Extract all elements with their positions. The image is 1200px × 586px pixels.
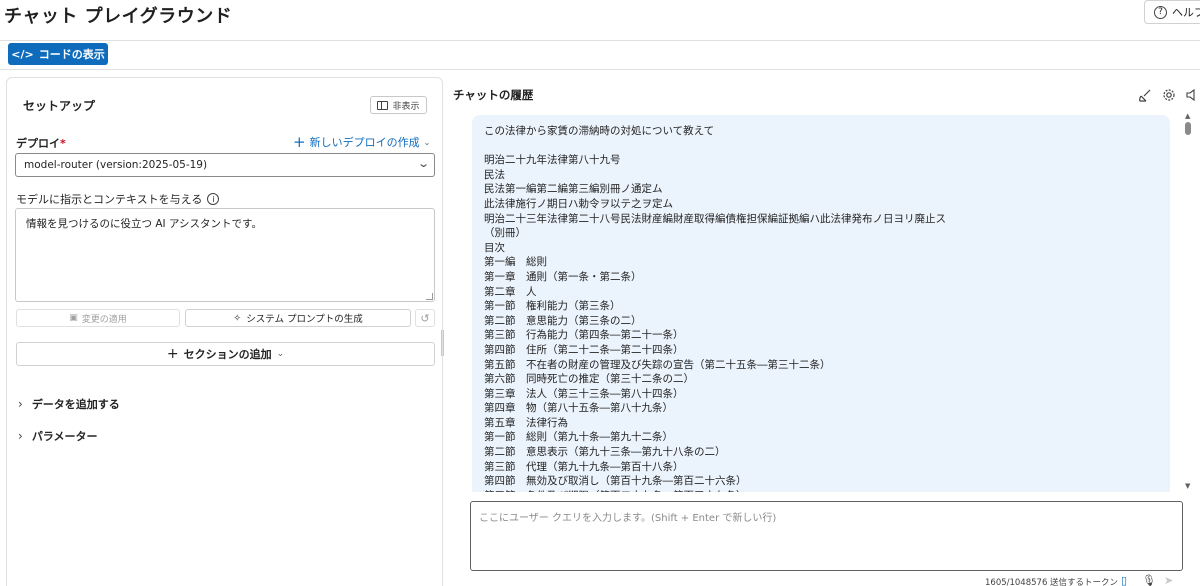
- setup-panel: セットアップ 非表示 デプロイ* + 新しいデプロイの作成 ⌄ model-ro…: [6, 77, 443, 586]
- chevron-right-icon: ›: [18, 429, 23, 443]
- message-line: この法律から家賃の滞納時の対処について教えて: [484, 125, 715, 137]
- deploy-select[interactable]: model-router (version:2025-05-19) ⌄: [15, 153, 435, 177]
- deploy-label: デプロイ*: [16, 135, 66, 151]
- scrollbar-thumb[interactable]: [1185, 122, 1191, 135]
- send-icon[interactable]: ➤: [1164, 574, 1173, 586]
- chat-input[interactable]: ここにユーザー クエリを入力します。(Shift + Enter で新しい行): [470, 501, 1183, 571]
- plus-icon: +: [293, 132, 306, 151]
- chat-history[interactable]: この法律から家賃の滞納時の対処について教えて 明治二十九年法律第八十九号 民法民法第…: [452, 108, 1196, 492]
- help-icon: ?: [1154, 5, 1167, 19]
- user-message-bubble: この法律から家賃の滞納時の対処について教えて 明治二十九年法律第八十九号 民法民法第…: [472, 115, 1170, 492]
- message-line: 第六節 同時死亡の推定（第三十二条の二）: [484, 373, 694, 386]
- instructions-textarea[interactable]: 情報を見つけるのに役立つ AI アシスタントです。: [15, 208, 435, 302]
- microphone-icon[interactable]: 🎙︎: [1142, 574, 1156, 586]
- required-mark: *: [60, 137, 66, 150]
- save-icon: ▣: [69, 313, 78, 323]
- message-line: 明治二十三年法律第二十八号民法財産編財産取得編債権担保編証拠編ハ此法律発布ノ日ヨ…: [484, 212, 946, 225]
- chevron-down-icon: ⌄: [416, 157, 430, 170]
- chevron-down-icon: ⌄: [423, 137, 431, 147]
- message-line: 民法: [484, 168, 505, 181]
- chat-title: チャットの履歴: [453, 88, 534, 102]
- settings-gear-icon[interactable]: [1162, 88, 1176, 106]
- deploy-value: model-router (version:2025-05-19): [24, 159, 208, 171]
- message-line: 第三節 行為能力（第四条―第二十一条）: [484, 329, 684, 342]
- message-line: 第二章 人: [484, 285, 537, 298]
- message-line: 此法律施行ノ期日ハ勅令ヲ以テ之ヲ定ム: [484, 197, 673, 210]
- accordion-add-data[interactable]: › データを追加する: [18, 396, 120, 412]
- message-line: 第二節 意思能力（第三条の二）: [484, 314, 642, 327]
- message-line: 第一節 総則（第九十条―第九十二条）: [484, 431, 673, 444]
- divider: [0, 69, 1200, 70]
- resize-handle[interactable]: [426, 293, 433, 300]
- message-line: 第四節 住所（第二十二条―第二十四条）: [484, 343, 684, 356]
- apply-label: 変更の適用: [81, 314, 127, 325]
- message-line: 第四章 物（第八十五条―第八十九条）: [484, 402, 673, 415]
- panel-splitter[interactable]: [441, 330, 444, 356]
- new-deploy-label: 新しいデプロイの作成: [309, 136, 420, 149]
- apply-changes-button[interactable]: ▣ 変更の適用: [16, 309, 180, 327]
- chat-input-placeholder: ここにユーザー クエリを入力します。(Shift + Enter で新しい行): [479, 513, 777, 524]
- message-line: 第三節 代理（第九十九条―第百十八条）: [484, 460, 684, 473]
- view-code-label: コードの表示: [38, 48, 105, 61]
- hide-setup-button[interactable]: 非表示: [370, 96, 427, 114]
- attach-icon[interactable]: ▯: [1121, 574, 1127, 586]
- add-data-label: データを追加する: [31, 398, 120, 411]
- add-section-label: セクションの追加: [183, 348, 272, 361]
- token-count: 1605/1048576 送信するトークン: [985, 578, 1119, 586]
- reset-button[interactable]: ↺: [415, 309, 435, 327]
- parameters-label: パラメーター: [31, 430, 98, 443]
- message-line: 民法第一編第二編第三編別冊ノ通定ム: [484, 183, 663, 196]
- message-line: 第一編 総則: [484, 256, 547, 269]
- help-button[interactable]: ? ヘルプ: [1144, 0, 1200, 24]
- info-icon[interactable]: i: [207, 193, 220, 205]
- divider: [0, 40, 1200, 41]
- message-line: 第五節 条件及び期限（第百二十七条―第百三十七条）: [484, 489, 1158, 492]
- message-line: [484, 139, 1158, 154]
- message-line: （別冊）: [484, 227, 526, 240]
- undo-icon: ↺: [420, 311, 430, 325]
- chevron-down-icon: ⌄: [276, 349, 285, 359]
- setup-title: セットアップ: [23, 99, 96, 113]
- scroll-down-icon[interactable]: ▼: [1185, 482, 1190, 490]
- generate-prompt-button[interactable]: ✧ システム プロンプトの生成: [185, 309, 411, 327]
- panel-collapse-icon: [377, 100, 389, 110]
- view-code-button[interactable]: </> コードの表示: [8, 43, 108, 65]
- page-title: チャット プレイグラウンド: [4, 6, 233, 27]
- new-deploy-button[interactable]: + 新しいデプロイの作成 ⌄: [293, 134, 430, 150]
- sparkle-icon: ✧: [233, 312, 242, 324]
- generate-label: システム プロンプトの生成: [246, 314, 363, 325]
- message-line: 第一節 権利能力（第三条）: [484, 300, 621, 313]
- plus-icon: +: [166, 346, 179, 362]
- message-line: 第一章 通則（第一条・第二条）: [484, 270, 642, 283]
- chat-scrollbar[interactable]: [1183, 110, 1193, 492]
- message-line: 目次: [484, 241, 505, 254]
- clear-chat-icon[interactable]: [1138, 88, 1152, 106]
- hide-label: 非表示: [392, 101, 420, 112]
- message-line: 第二節 意思表示（第九十三条―第九十八条の二）: [484, 446, 726, 459]
- scroll-up-icon[interactable]: ▲: [1185, 112, 1190, 120]
- message-line: 第四節 無効及び取消し（第百十九条―第百二十六条）: [484, 475, 747, 488]
- speaker-icon[interactable]: [1185, 88, 1197, 106]
- message-line: 明治二十九年法律第八十九号: [484, 154, 621, 167]
- code-icon: </>: [11, 47, 34, 61]
- message-line: 第五章 法律行為: [484, 416, 568, 429]
- deploy-label-text: デプロイ: [16, 137, 60, 150]
- accordion-parameters[interactable]: › パラメーター: [18, 428, 97, 444]
- add-section-button[interactable]: + セクションの追加 ⌄: [16, 342, 435, 366]
- instructions-label-text: モデルに指示とコンテキストを与える: [16, 193, 203, 206]
- instructions-label: モデルに指示とコンテキストを与える i: [16, 191, 220, 207]
- chevron-right-icon: ›: [18, 397, 23, 411]
- message-line: 第五節 不在者の財産の管理及び失踪の宣告（第二十五条―第三十二条）: [484, 358, 831, 371]
- message-line: 第三章 法人（第三十三条―第八十四条）: [484, 387, 684, 400]
- instructions-value: 情報を見つけるのに役立つ AI アシスタントです。: [26, 218, 262, 230]
- help-label: ヘルプ: [1172, 6, 1200, 19]
